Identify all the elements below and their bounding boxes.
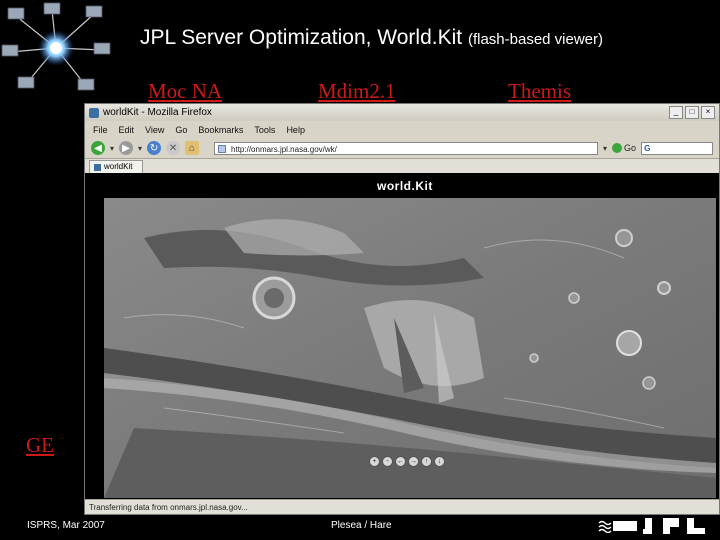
maximize-button[interactable]: □ bbox=[685, 106, 699, 119]
menu-view[interactable]: View bbox=[145, 125, 164, 135]
zoom-out-button[interactable]: - bbox=[382, 456, 393, 467]
pan-right-button[interactable]: → bbox=[408, 456, 419, 467]
navigation-toolbar: ◀ ▾ ▶ ▾ ↻ ✕ ⌂ http://onmars.jpl.nasa.gov… bbox=[85, 138, 719, 158]
close-button[interactable]: × bbox=[701, 106, 715, 119]
jpl-logo bbox=[643, 518, 705, 534]
go-button[interactable]: Go bbox=[612, 143, 636, 153]
map-controls: + - ← → ↑ ↓ bbox=[369, 456, 445, 467]
browser-window: worldKit - Mozilla Firefox _ □ × File Ed… bbox=[84, 103, 720, 515]
menubar: File Edit View Go Bookmarks Tools Help bbox=[85, 121, 719, 138]
stop-icon[interactable]: ✕ bbox=[166, 141, 181, 155]
go-label: Go bbox=[624, 143, 637, 153]
home-icon[interactable]: ⌂ bbox=[185, 141, 200, 155]
back-arrow-icon[interactable]: ◀ bbox=[91, 141, 105, 155]
google-search-icon: G bbox=[644, 143, 651, 153]
zoom-in-button[interactable]: + bbox=[369, 456, 380, 467]
tab-worldkit[interactable]: worldKit bbox=[89, 160, 144, 173]
page-content: world.Kit + - ← → ↑ ↓ bbox=[85, 173, 719, 500]
slide-title: JPL Server Optimization, World.Kit (flas… bbox=[140, 26, 603, 50]
pan-up-button[interactable]: ↑ bbox=[421, 456, 432, 467]
menu-go[interactable]: Go bbox=[175, 125, 187, 135]
usgs-logo bbox=[598, 520, 637, 533]
minimize-button[interactable]: _ bbox=[669, 106, 683, 119]
footer-conference: ISPRS, Mar 2007 bbox=[27, 520, 105, 531]
tab-label: worldKit bbox=[104, 162, 133, 171]
go-arrow-icon bbox=[612, 143, 623, 153]
url-text: http://onmars.jpl.nasa.gov/wk/ bbox=[231, 144, 337, 154]
url-bar[interactable]: http://onmars.jpl.nasa.gov/wk/ bbox=[214, 141, 599, 155]
mars-map-view[interactable] bbox=[104, 198, 716, 498]
menu-bookmarks[interactable]: Bookmarks bbox=[198, 125, 243, 135]
window-title: worldKit - Mozilla Firefox bbox=[103, 107, 212, 118]
menu-tools[interactable]: Tools bbox=[254, 125, 275, 135]
mars-terrain-image bbox=[104, 198, 716, 498]
worldkit-logo: world.Kit bbox=[377, 179, 433, 193]
menu-file[interactable]: File bbox=[93, 125, 108, 135]
tab-bar: worldKit bbox=[85, 158, 719, 173]
url-dropdown-icon[interactable]: ▾ bbox=[603, 144, 607, 153]
page-icon bbox=[218, 144, 227, 153]
link-ge[interactable]: GE bbox=[26, 433, 54, 458]
menu-edit[interactable]: Edit bbox=[119, 125, 135, 135]
tab-favicon bbox=[94, 163, 101, 171]
link-mdim[interactable]: Mdim2.1 bbox=[318, 79, 396, 104]
pan-down-button[interactable]: ↓ bbox=[434, 456, 445, 467]
back-dropdown-icon[interactable]: ▾ bbox=[110, 144, 114, 153]
browser-titlebar: worldKit - Mozilla Firefox _ □ × bbox=[85, 104, 719, 121]
footer-authors: Plesea / Hare bbox=[331, 520, 392, 531]
title-text: JPL Server Optimization, World.Kit bbox=[140, 26, 463, 49]
network-logo bbox=[1, 2, 111, 91]
title-subtitle: (flash-based viewer) bbox=[467, 31, 604, 48]
menu-help[interactable]: Help bbox=[286, 125, 305, 135]
status-bar: Transferring data from onmars.jpl.nasa.g… bbox=[85, 499, 719, 514]
link-moc-na[interactable]: Moc NA bbox=[148, 79, 222, 104]
pan-left-button[interactable]: ← bbox=[395, 456, 406, 467]
search-input[interactable]: G bbox=[641, 141, 714, 155]
forward-arrow-icon[interactable]: ▶ bbox=[119, 141, 134, 155]
forward-dropdown-icon[interactable]: ▾ bbox=[138, 144, 142, 153]
reload-icon[interactable]: ↻ bbox=[147, 141, 162, 155]
firefox-icon bbox=[89, 107, 99, 118]
link-themis[interactable]: Themis bbox=[508, 79, 571, 104]
